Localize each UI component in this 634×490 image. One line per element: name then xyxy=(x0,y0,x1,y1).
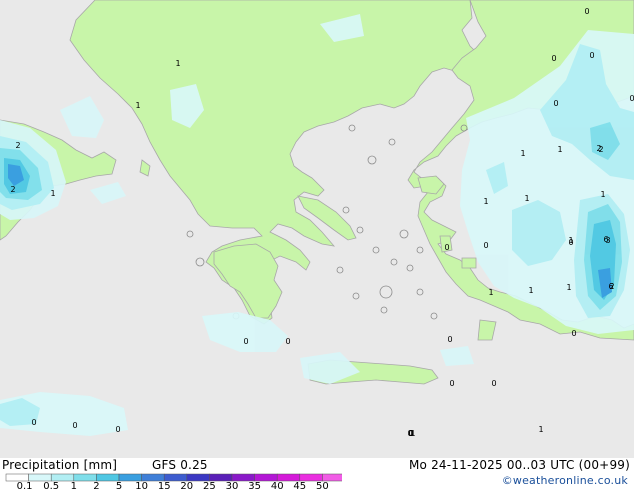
color-scale-label: 25 xyxy=(203,481,216,490)
color-scale-label: 40 xyxy=(271,481,284,490)
color-scale-label: 0.5 xyxy=(43,481,59,490)
point-value-label: 6 xyxy=(608,282,613,291)
point-value-label: 0 xyxy=(243,337,248,346)
color-scale-swatch xyxy=(276,473,301,482)
credit-link[interactable]: ©weatheronline.co.uk xyxy=(502,474,628,487)
color-scale-label: 30 xyxy=(226,481,239,490)
color-scale-label: 10 xyxy=(135,481,148,490)
point-value-label: 2 xyxy=(598,145,603,154)
valid-time: Mo 24-11-2025 00..03 UTC (00+99) xyxy=(408,458,630,472)
point-value-label: 2 xyxy=(10,185,15,194)
point-value-label: 1 xyxy=(600,190,605,199)
color-scale-label: 1 xyxy=(71,481,77,490)
color-scale-swatch xyxy=(254,473,278,482)
point-value-label: 0 xyxy=(571,329,576,338)
color-scale-swatch xyxy=(209,473,233,482)
color-scale-label: 2 xyxy=(93,481,99,490)
point-value-label: 1 xyxy=(50,189,55,198)
point-value-label: 1 xyxy=(566,283,571,292)
color-scale-swatch xyxy=(186,473,210,482)
color-scale-label: 50 xyxy=(316,481,329,490)
point-value-label: 0 xyxy=(444,243,449,252)
color-scale-label: 0.1 xyxy=(17,481,33,490)
point-value-label: 1 xyxy=(538,425,543,434)
point-value-label: 1 xyxy=(175,59,180,68)
color-scale-swatch xyxy=(5,473,29,482)
point-value-label: 0 xyxy=(491,379,496,388)
point-value-label: 1 xyxy=(568,236,573,245)
point-value-label: 0 xyxy=(553,99,558,108)
point-value-label: 0 xyxy=(483,241,488,250)
precipitation-map: 0 0 00 011211 11201100 01123200 00000000001111… xyxy=(0,0,634,458)
color-scale-swatch xyxy=(231,473,255,482)
color-scale-swatch xyxy=(141,473,165,482)
color-scale-label: 35 xyxy=(248,481,261,490)
footer-bar: Precipitation [mm] GFS 0.25 Mo 24-11-202… xyxy=(0,458,634,490)
point-value-label: 1 xyxy=(557,145,562,154)
point-value-label: 0 xyxy=(408,429,413,438)
point-value-label: 1 xyxy=(524,194,529,203)
color-scale-label: 20 xyxy=(180,481,193,490)
color-scale-swatch xyxy=(50,473,75,482)
color-scale-label: 45 xyxy=(293,481,306,490)
color-scale: 0.1 0.5 1 2 5 10 15 20 25 30 35 40 45 50 xyxy=(5,473,342,490)
color-scale-label: 15 xyxy=(158,481,171,490)
color-scale-label: 5 xyxy=(116,481,122,490)
color-scale-swatch xyxy=(163,473,188,482)
point-value-label: 0 xyxy=(551,54,556,63)
color-scale-swatch xyxy=(28,473,52,482)
point-value-label: 0 xyxy=(115,425,120,434)
point-value-label: 1 xyxy=(135,101,140,110)
color-scale-swatch xyxy=(96,473,120,482)
point-value-label: 0 xyxy=(584,7,589,16)
point-value-label: 0 xyxy=(589,51,594,60)
point-value-label: 0 xyxy=(449,379,454,388)
point-value-label: 0 xyxy=(285,337,290,346)
color-scale-swatch xyxy=(73,473,97,482)
point-value-label: 6 xyxy=(603,235,608,244)
point-value-label: 1 xyxy=(488,288,493,297)
product-title: Precipitation [mm] xyxy=(2,458,118,472)
point-value-label: 0 xyxy=(629,94,634,103)
color-scale-swatch xyxy=(118,473,142,482)
color-scale-swatch xyxy=(299,473,323,482)
point-value-label: 0 xyxy=(447,335,452,344)
point-value-label: 0 xyxy=(31,418,36,427)
model-name: GFS 0.25 xyxy=(152,458,208,472)
point-value-label: 0 xyxy=(72,421,77,430)
color-scale-swatch xyxy=(322,473,342,482)
point-value-label: 1 xyxy=(483,197,488,206)
point-value-label: 2 xyxy=(15,141,20,150)
point-value-label: 1 xyxy=(528,286,533,295)
point-value-label: 1 xyxy=(520,149,525,158)
